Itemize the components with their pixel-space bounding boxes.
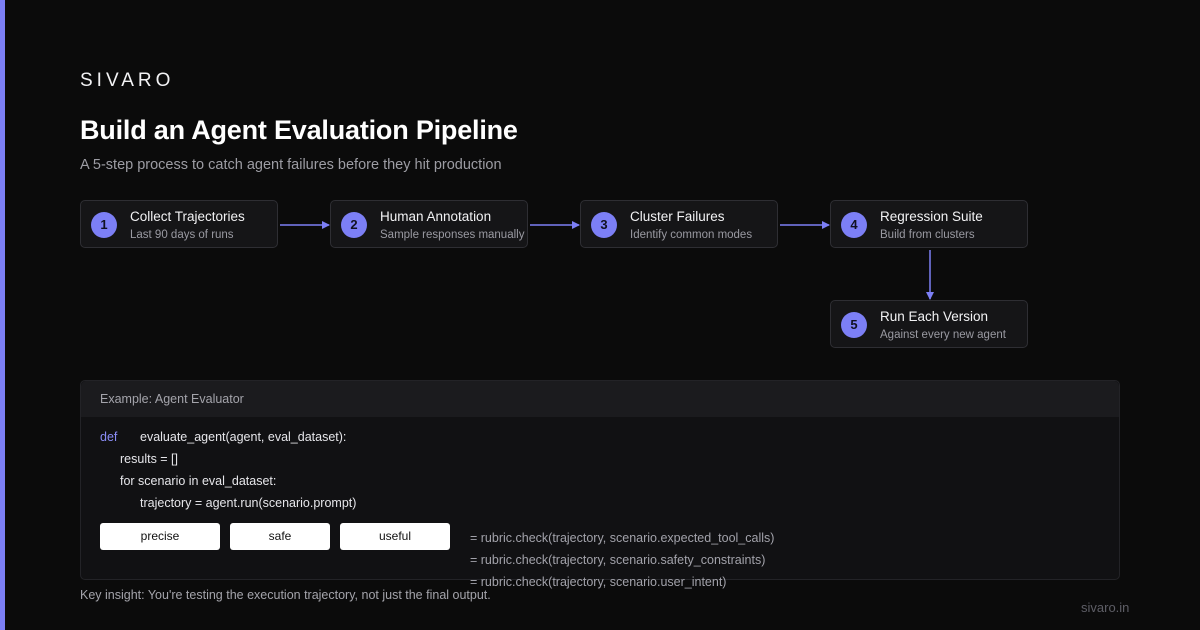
step-title: Regression Suite (880, 209, 983, 224)
rubric-label-safe: safe (230, 523, 330, 550)
page-title: Build an Agent Evaluation Pipeline (80, 115, 518, 145)
step-subtitle: Last 90 days of runs (130, 229, 234, 241)
code-line-results: results = [] (120, 452, 179, 466)
step-title: Cluster Failures (630, 209, 725, 224)
step-card-5: 5 Run Each Version Against every new age… (830, 300, 1028, 348)
step-subtitle: Sample responses manually (380, 229, 525, 241)
step-card-4: 4 Regression Suite Build from clusters (830, 200, 1028, 248)
code-check-useful: = rubric.check(trajectory, scenario.user… (470, 575, 727, 589)
step-title: Run Each Version (880, 309, 989, 324)
site-domain: sivaro.in (1081, 600, 1130, 615)
step-card-1: 1 Collect Trajectories Last 90 days of r… (80, 200, 278, 248)
code-line-trajectory: trajectory = agent.run(scenario.prompt) (140, 496, 357, 510)
code-line-for-loop: for scenario in eval_dataset: (120, 474, 277, 488)
step-number-badge: 5 (841, 312, 867, 338)
rubric-label-useful: useful (340, 523, 450, 550)
code-function-signature: evaluate_agent(agent, eval_dataset): (140, 430, 347, 444)
step-title: Collect Trajectories (130, 209, 245, 224)
accent-bar (0, 0, 5, 630)
step-card-2: 2 Human Annotation Sample responses manu… (330, 200, 528, 248)
page-subtitle: A 5-step process to catch agent failures… (80, 157, 502, 173)
step-number-badge: 2 (341, 212, 367, 238)
step-card-3: 3 Cluster Failures Identify common modes (580, 200, 778, 248)
code-panel-title: Example: Agent Evaluator (100, 392, 244, 406)
step-subtitle: Against every new agent (880, 329, 1006, 341)
code-check-safe: = rubric.check(trajectory, scenario.safe… (470, 553, 766, 567)
step-subtitle: Build from clusters (880, 229, 975, 241)
code-check-precise: = rubric.check(trajectory, scenario.expe… (470, 531, 775, 545)
step-number-badge: 4 (841, 212, 867, 238)
rubric-label-precise: precise (100, 523, 220, 550)
step-subtitle: Identify common modes (630, 229, 753, 241)
code-panel-header: Example: Agent Evaluator (81, 381, 1119, 417)
step-number-badge: 3 (591, 212, 617, 238)
key-insight-text: Key insight: You're testing the executio… (80, 588, 491, 602)
code-keyword-def: def (100, 430, 118, 444)
brand-logo: SIVARO (80, 70, 175, 91)
code-example-panel: Example: Agent Evaluator def evaluate_ag… (80, 380, 1120, 589)
step-number-badge: 1 (91, 212, 117, 238)
step-title: Human Annotation (380, 209, 492, 224)
